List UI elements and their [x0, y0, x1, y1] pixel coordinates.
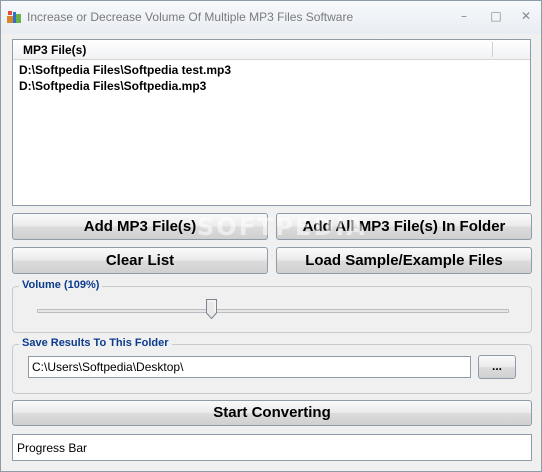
- column-header-mp3-files[interactable]: MP3 File(s): [23, 43, 86, 57]
- list-item[interactable]: D:\Softpedia Files\Softpedia test.mp3: [13, 62, 530, 78]
- file-list[interactable]: MP3 File(s) D:\Softpedia Files\Softpedia…: [12, 39, 531, 206]
- volume-slider-thumb[interactable]: [206, 299, 217, 319]
- list-body: D:\Softpedia Files\Softpedia test.mp3 D:…: [13, 62, 530, 94]
- output-folder-group: Save Results To This Folder C:\Users\Sof…: [12, 337, 532, 394]
- maximize-icon[interactable]: □: [485, 6, 507, 26]
- volume-label: Volume (109%): [19, 279, 103, 291]
- volume-group: Volume (109%): [12, 279, 532, 333]
- volume-slider-track[interactable]: [37, 309, 509, 313]
- start-converting-button[interactable]: Start Converting: [12, 400, 532, 426]
- progress-bar-label: Progress Bar: [17, 441, 88, 455]
- add-mp3-files-button[interactable]: Add MP3 File(s): [12, 213, 268, 240]
- title-bar[interactable]: Increase or Decrease Volume Of Multiple …: [1, 1, 541, 34]
- minimize-icon[interactable]: –: [453, 6, 475, 26]
- clear-list-button[interactable]: Clear List: [12, 247, 268, 274]
- browse-folder-button[interactable]: ...: [478, 355, 516, 379]
- list-header: MP3 File(s): [13, 40, 530, 60]
- column-separator[interactable]: [492, 42, 493, 57]
- window-title: Increase or Decrease Volume Of Multiple …: [27, 10, 354, 24]
- output-folder-field[interactable]: C:\Users\Softpedia\Desktop\: [28, 356, 471, 378]
- output-folder-label: Save Results To This Folder: [19, 337, 172, 349]
- list-item[interactable]: D:\Softpedia Files\Softpedia.mp3: [13, 78, 530, 94]
- app-icon: [7, 11, 21, 23]
- app-window: Increase or Decrease Volume Of Multiple …: [0, 0, 542, 472]
- close-icon[interactable]: ✕: [515, 6, 537, 26]
- load-samples-button[interactable]: Load Sample/Example Files: [276, 247, 532, 274]
- progress-bar: Progress Bar: [12, 434, 532, 461]
- add-folder-button[interactable]: Add All MP3 File(s) In Folder: [276, 213, 532, 240]
